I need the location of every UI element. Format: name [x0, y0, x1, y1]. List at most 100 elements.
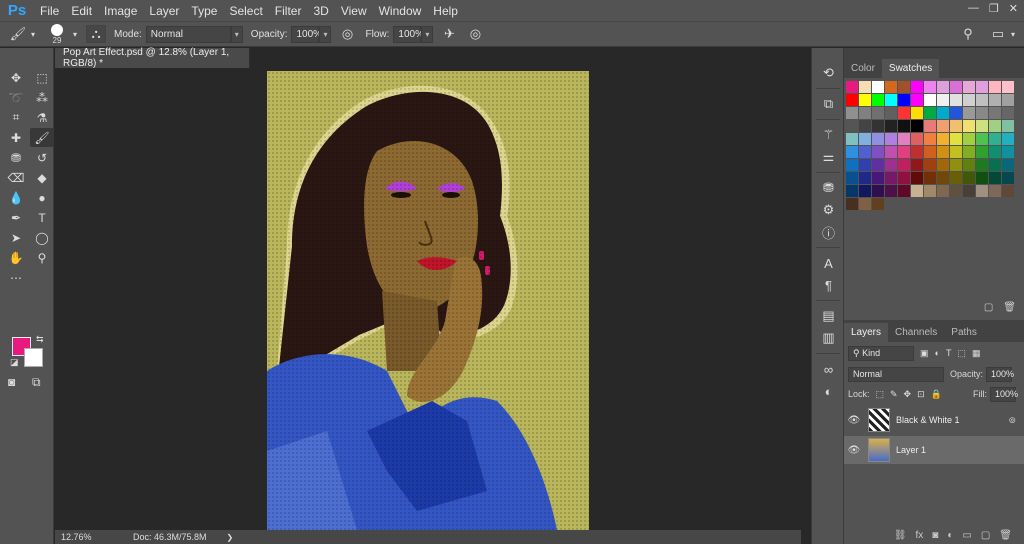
color-swatch[interactable]: [1002, 146, 1014, 158]
history-panel-icon[interactable]: ⟲: [812, 62, 845, 84]
color-swatch[interactable]: [885, 159, 897, 171]
color-swatch[interactable]: [898, 185, 910, 197]
color-swatch[interactable]: [911, 133, 923, 145]
paragraph-panel-icon[interactable]: ¶: [812, 274, 845, 296]
color-swatch[interactable]: [950, 159, 962, 171]
color-swatch[interactable]: [846, 146, 858, 158]
color-swatch[interactable]: [976, 81, 988, 93]
quick-select-tool-icon[interactable]: ⁂: [30, 88, 54, 107]
color-swatch[interactable]: [1002, 172, 1014, 184]
clone-stamp-tool-icon[interactable]: ⛃: [4, 148, 28, 167]
color-swatch[interactable]: [937, 133, 949, 145]
new-adjustment-icon[interactable]: ◐: [947, 530, 953, 541]
color-swatch[interactable]: [885, 120, 897, 132]
color-swatch[interactable]: [872, 159, 884, 171]
pressure-size-icon[interactable]: ◎: [465, 25, 485, 43]
color-swatch[interactable]: [885, 81, 897, 93]
color-swatch[interactable]: [872, 133, 884, 145]
tool-presets-icon[interactable]: ⚙: [812, 199, 845, 221]
workspace-icon[interactable]: ▭: [988, 25, 1008, 43]
color-swatch[interactable]: [989, 185, 1001, 197]
menu-type[interactable]: Type: [185, 4, 223, 18]
color-swatch[interactable]: [898, 107, 910, 119]
color-swatch[interactable]: [872, 81, 884, 93]
move-tool-icon[interactable]: ✥: [4, 68, 28, 87]
default-colors-icon[interactable]: ◪: [10, 357, 19, 368]
adjustments-panel-icon[interactable]: ⚌: [812, 146, 845, 168]
color-swatch[interactable]: [1002, 81, 1014, 93]
color-swatch[interactable]: [872, 107, 884, 119]
close-icon[interactable]: ✕: [1009, 2, 1018, 15]
pen-tool-icon[interactable]: ✒: [4, 208, 28, 227]
color-swatch[interactable]: [1002, 133, 1014, 145]
color-swatch[interactable]: [950, 107, 962, 119]
background-color-swatch[interactable]: [24, 348, 43, 367]
dodge-tool-icon[interactable]: ●: [30, 188, 54, 207]
menu-layer[interactable]: Layer: [143, 4, 185, 18]
color-swatch[interactable]: [846, 81, 858, 93]
color-swatch[interactable]: [976, 133, 988, 145]
clone-source-icon[interactable]: ⛃: [812, 177, 845, 199]
brush-presets-icon[interactable]: ⚚: [812, 124, 845, 146]
color-swatch[interactable]: [950, 146, 962, 158]
zoom-level[interactable]: 12.76%: [61, 532, 121, 542]
tab-paths[interactable]: Paths: [944, 323, 984, 342]
tab-channels[interactable]: Channels: [888, 323, 944, 342]
menu-filter[interactable]: Filter: [269, 4, 308, 18]
layer-row-layer-1[interactable]: 👁 Layer 1: [844, 436, 1024, 464]
color-swatch[interactable]: [950, 120, 962, 132]
menu-window[interactable]: Window: [373, 4, 428, 18]
color-swatch[interactable]: [937, 107, 949, 119]
color-swatch[interactable]: [911, 120, 923, 132]
color-swatch[interactable]: [989, 107, 1001, 119]
type-tool-icon[interactable]: T: [30, 208, 54, 227]
layer-row-black-white[interactable]: 👁 Black & White 1 ⊚: [844, 406, 1024, 434]
color-swatch[interactable]: [846, 172, 858, 184]
visibility-eye-icon[interactable]: 👁: [844, 415, 864, 426]
properties-panel-icon[interactable]: ▤: [812, 305, 845, 327]
color-swatch[interactable]: [937, 94, 949, 106]
eraser-tool-icon[interactable]: ⌫: [4, 168, 28, 187]
document-canvas[interactable]: [267, 71, 589, 530]
color-swatch[interactable]: [1002, 185, 1014, 197]
color-swatch[interactable]: [911, 107, 923, 119]
color-swatch[interactable]: [950, 172, 962, 184]
tab-swatches[interactable]: Swatches: [881, 59, 940, 78]
color-swatch[interactable]: [911, 172, 923, 184]
new-group-icon[interactable]: ▭: [962, 530, 971, 541]
chevron-down-icon[interactable]: ▾: [421, 25, 434, 43]
color-swatch[interactable]: [911, 185, 923, 197]
color-swatch[interactable]: [1002, 107, 1014, 119]
menu-help[interactable]: Help: [427, 4, 464, 18]
link-layers-icon[interactable]: ⛓: [894, 530, 907, 541]
menu-select[interactable]: Select: [223, 4, 268, 18]
color-swatch[interactable]: [937, 159, 949, 171]
lasso-tool-icon[interactable]: ➰: [4, 88, 28, 107]
color-swatch[interactable]: [976, 94, 988, 106]
crop-tool-icon[interactable]: ⌗: [4, 108, 28, 127]
color-swatch[interactable]: [859, 120, 871, 132]
color-swatch[interactable]: [1002, 120, 1014, 132]
add-mask-icon[interactable]: ◙: [932, 530, 938, 541]
color-swatch[interactable]: [963, 107, 975, 119]
fx-icon[interactable]: fx: [916, 530, 924, 541]
color-swatch[interactable]: [846, 107, 858, 119]
quick-mask-icon[interactable]: ◙: [8, 375, 15, 389]
color-swatch[interactable]: [898, 94, 910, 106]
color-swatch[interactable]: [911, 81, 923, 93]
color-swatch[interactable]: [859, 198, 871, 210]
chevron-down-icon[interactable]: ▾: [319, 25, 332, 43]
color-swatch[interactable]: [872, 146, 884, 158]
color-swatch[interactable]: [937, 146, 949, 158]
healing-brush-tool-icon[interactable]: ✚: [4, 128, 28, 147]
color-swatch[interactable]: [963, 120, 975, 132]
color-swatch[interactable]: [859, 107, 871, 119]
color-swatch[interactable]: [885, 146, 897, 158]
color-swatch[interactable]: [859, 133, 871, 145]
color-swatch[interactable]: [859, 81, 871, 93]
chevron-down-icon[interactable]: ▾: [230, 25, 243, 43]
brush-panel-icon[interactable]: ⛬: [86, 25, 106, 43]
libraries-panel-icon[interactable]: ⧉: [812, 93, 845, 115]
color-swatch[interactable]: [898, 120, 910, 132]
color-swatch[interactable]: [885, 94, 897, 106]
